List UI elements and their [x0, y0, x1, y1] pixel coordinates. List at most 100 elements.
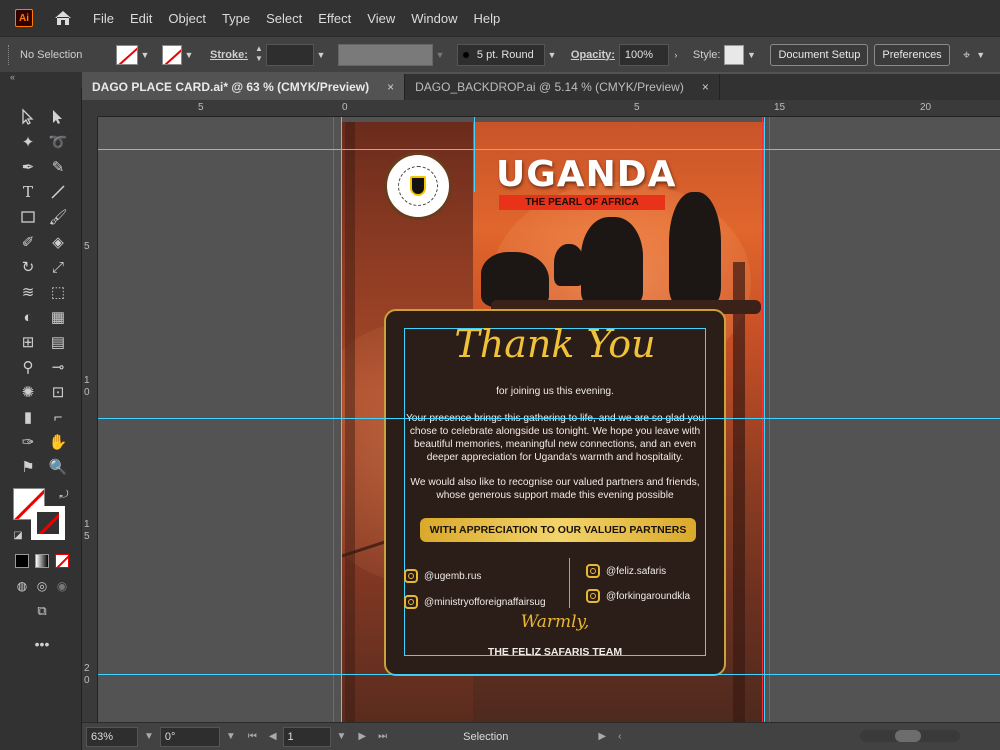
rotation-dropdown-icon[interactable]: ▼ [226, 731, 236, 742]
guide-horizontal[interactable] [98, 674, 1000, 675]
status-menu-icon[interactable]: ▶ [598, 731, 606, 742]
artboard-nav-icon[interactable]: ⚑ [16, 456, 40, 478]
stroke-weight-dropdown-icon[interactable]: ▼ [314, 50, 328, 60]
style-dropdown-icon[interactable]: ▼ [744, 50, 758, 60]
stroke-weight-field[interactable] [265, 43, 314, 66]
arrange-icon[interactable]: ⌖ [960, 47, 974, 63]
stroke-stepper[interactable]: ▲ ▼ [252, 44, 266, 66]
arrange-dropdown-icon[interactable]: ▼ [974, 50, 988, 60]
eyedropper-alt-icon[interactable]: ✑ [16, 431, 40, 453]
zoom-dropdown-icon[interactable]: ▼ [144, 731, 154, 742]
scroll-left-icon[interactable]: ‹ [618, 731, 621, 742]
stroke-label[interactable]: Stroke: [210, 49, 248, 61]
guide-horizontal[interactable] [98, 418, 1000, 419]
first-artboard-icon[interactable]: ⏮ [248, 731, 257, 742]
menu-select[interactable]: Select [266, 11, 302, 26]
blend-tool-icon[interactable]: ⊸ [46, 356, 70, 378]
menu-edit[interactable]: Edit [130, 11, 152, 26]
rotate-tool-icon[interactable]: ↻ [16, 256, 40, 278]
symbol-sprayer-tool-icon[interactable]: ✺ [16, 381, 40, 403]
next-artboard-icon[interactable]: ▶ [358, 731, 366, 742]
magic-wand-tool-icon[interactable]: ✦ [16, 131, 40, 153]
eraser-tool-icon[interactable]: ◈ [46, 231, 70, 253]
selection-tool-icon[interactable] [16, 106, 40, 128]
fill-dropdown-icon[interactable]: ▼ [138, 50, 152, 60]
guide-vertical[interactable] [474, 117, 475, 192]
ruler-origin[interactable] [82, 100, 98, 117]
default-fill-stroke-icon[interactable]: ◪ [6, 524, 30, 546]
preferences-button[interactable]: Preferences [874, 43, 950, 66]
menu-view[interactable]: View [367, 11, 395, 26]
menu-window[interactable]: Window [411, 11, 457, 26]
paintbrush-tool-icon[interactable]: 🖌 [46, 206, 70, 228]
line-tool-icon[interactable] [46, 181, 70, 203]
horizontal-scrollbar[interactable] [860, 730, 960, 742]
menu-type[interactable]: Type [222, 11, 250, 26]
document-setup-button[interactable]: Document Setup [770, 43, 869, 66]
guide-vertical[interactable] [764, 117, 765, 722]
control-bar-grip[interactable] [8, 44, 12, 65]
lasso-tool-icon[interactable]: ➰ [46, 131, 70, 153]
previous-artboard-icon[interactable]: ◀ [269, 731, 277, 742]
toolbar-collapse-icon[interactable]: « [0, 72, 82, 88]
swap-fill-stroke-icon[interactable]: ⤾ [52, 484, 76, 506]
zoom-field[interactable]: 63% [86, 726, 138, 747]
stroke-dropdown-icon[interactable]: ▼ [182, 50, 196, 60]
scroll-thumb[interactable] [895, 730, 921, 742]
menu-object[interactable]: Object [168, 11, 206, 26]
hand-tool-icon[interactable]: ✋ [46, 431, 70, 453]
status-mode[interactable]: Selection [463, 731, 508, 743]
opacity-arrow-icon[interactable]: › [669, 50, 683, 60]
type-tool-icon[interactable]: T [16, 181, 40, 203]
curvature-tool-icon[interactable]: ✎ [46, 156, 70, 178]
close-icon[interactable]: × [702, 80, 709, 94]
screen-mode-icon[interactable]: ⧉ [30, 600, 54, 622]
vertical-ruler[interactable]: 5 1 0 1 5 2 0 [82, 117, 98, 722]
fill-swatch[interactable] [116, 44, 138, 65]
tab-backdrop[interactable]: DAGO_BACKDROP.ai @ 5.14 % (CMYK/Preview)… [405, 74, 720, 100]
style-swatch[interactable] [724, 44, 745, 65]
menu-effect[interactable]: Effect [318, 11, 351, 26]
home-icon[interactable] [53, 9, 73, 27]
shape-builder-tool-icon[interactable]: ◐ [16, 306, 40, 328]
direct-selection-tool-icon[interactable] [46, 106, 70, 128]
free-transform-tool-icon[interactable]: ⬚ [46, 281, 70, 303]
brush-definition[interactable]: 5 pt. Round [456, 43, 545, 66]
opacity-field[interactable]: 100% [618, 43, 669, 66]
gradient-tool-icon[interactable]: ▤ [46, 331, 70, 353]
horizontal-ruler[interactable]: 5 0 5 15 20 [98, 100, 1000, 117]
variable-width-profile[interactable] [337, 43, 433, 66]
profile-dropdown-icon[interactable]: ▼ [433, 50, 447, 60]
tab-place-card[interactable]: DAGO PLACE CARD.ai* @ 63 % (CMYK/Preview… [82, 74, 406, 100]
artboard-place-card[interactable]: UGANDA THE PEARL OF AFRICA Thank You for… [341, 122, 765, 722]
eyedropper-tool-icon[interactable]: ⚲ [16, 356, 40, 378]
guide-horizontal[interactable] [98, 149, 1000, 150]
rectangle-tool-icon[interactable] [16, 206, 40, 228]
scale-tool-icon[interactable]: ⤢ [46, 256, 70, 278]
column-graph-tool-icon[interactable]: ▮ [16, 406, 40, 428]
zoom-tool-icon[interactable]: 🔍 [46, 456, 70, 478]
perspective-grid-tool-icon[interactable]: ▦ [46, 306, 70, 328]
draw-inside-icon[interactable]: ◉ [50, 575, 74, 597]
stroke-swatch[interactable] [162, 44, 182, 65]
edit-toolbar-icon[interactable]: ••• [30, 633, 54, 655]
guide-vertical[interactable] [341, 117, 342, 722]
artboard-tool-icon[interactable]: ⊡ [46, 381, 70, 403]
artboard-number-field[interactable]: 1 [282, 726, 331, 747]
brush-dropdown-icon[interactable]: ▼ [545, 50, 559, 60]
rotation-field[interactable]: 0° [159, 726, 220, 747]
warp-tool-icon[interactable]: ≋ [16, 281, 40, 303]
mesh-tool-icon[interactable]: ⊞ [16, 331, 40, 353]
slice-tool-icon[interactable]: ⌐ [46, 406, 70, 428]
menu-help[interactable]: Help [473, 11, 500, 26]
none-mode-icon[interactable] [50, 550, 74, 572]
close-icon[interactable]: × [387, 80, 394, 94]
opacity-label[interactable]: Opacity: [571, 49, 615, 61]
pen-tool-icon[interactable]: ✒ [16, 156, 40, 178]
canvas[interactable]: UGANDA THE PEARL OF AFRICA Thank You for… [98, 117, 1000, 722]
artboard-dropdown-icon[interactable]: ▼ [337, 731, 347, 742]
menu-file[interactable]: File [93, 11, 114, 26]
stroke-color-icon[interactable] [31, 506, 65, 540]
last-artboard-icon[interactable]: ⏭ [378, 731, 387, 742]
shaper-tool-icon[interactable]: ✐ [16, 231, 40, 253]
